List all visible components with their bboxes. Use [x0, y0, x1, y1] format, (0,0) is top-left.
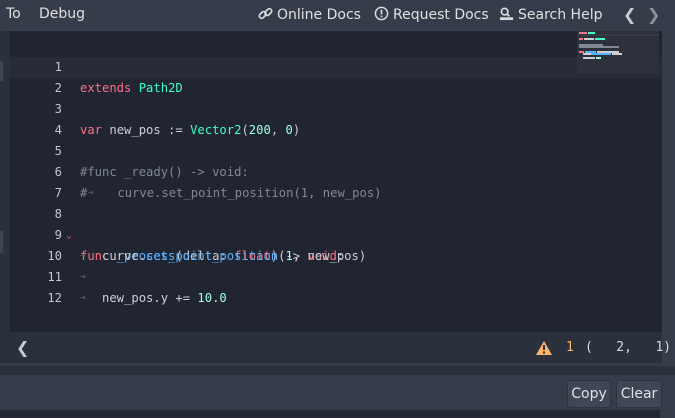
minimap-line [584, 38, 594, 40]
code-line[interactable]: 5 #func _ready() -> void: [10, 120, 662, 179]
code-line[interactable]: 1 extends Path2D [10, 36, 662, 95]
minimap-viewport [577, 34, 659, 36]
history-forward-button[interactable]: ❯ [647, 5, 660, 24]
toggle-scripts-panel-button[interactable]: ❮ [16, 338, 29, 357]
panel-edge-tab [0, 61, 3, 81]
debug-menu[interactable]: Debug [39, 6, 85, 22]
code-line[interactable]: 10 ⇥ [10, 225, 662, 282]
panel-separator[interactable] [0, 366, 675, 375]
editor-status-bar: ❮ 1 ( 2, 1) [10, 332, 671, 363]
minimap-line [583, 53, 591, 55]
code-line[interactable]: 8 ⌄ func _process(delta: float) -> void: [10, 183, 662, 263]
search-help-label: Search Help [518, 7, 603, 23]
link-icon [258, 7, 273, 20]
code-line[interactable]: 3 var new_pos := Vector2(200, 0) [10, 78, 662, 137]
warning-icon[interactable] [536, 341, 552, 355]
tab-marker: ⇥ [80, 293, 86, 303]
history-back-button[interactable]: ❮ [623, 5, 636, 24]
code-line[interactable]: 12 [10, 267, 662, 305]
clear-button[interactable]: Clear [616, 380, 662, 408]
online-docs-button[interactable]: Online Docs [258, 6, 361, 23]
warning-count[interactable]: 1 [566, 340, 574, 355]
script-editor-menubar: To Debug Online Docs Request Docs Search… [0, 0, 675, 31]
request-docs-label: Request Docs [393, 7, 489, 23]
online-docs-label: Online Docs [277, 7, 361, 23]
line-number: 12 [47, 291, 62, 305]
code-line[interactable]: 9 ⇥ curve.set_point_position(1, new_pos) [10, 204, 662, 263]
minimap-line [583, 57, 595, 59]
expression-token: new_pos.y += [80, 291, 198, 305]
minimap-line [579, 38, 583, 40]
code-line[interactable]: 7 [10, 162, 662, 200]
minimap-line [596, 57, 601, 59]
code-line[interactable]: 2 [10, 57, 662, 95]
search-help-button[interactable]: Search Help [499, 6, 602, 23]
copy-button[interactable]: Copy [567, 380, 611, 408]
minimap-line [591, 53, 611, 55]
request-docs-button[interactable]: Request Docs [374, 6, 489, 23]
code-line[interactable]: 4 [10, 99, 662, 137]
go-to-menu[interactable]: To [6, 6, 21, 22]
minimap-line [579, 46, 619, 48]
minimap-line [595, 38, 605, 40]
output-log-area[interactable] [0, 410, 660, 418]
help-icon [374, 6, 389, 21]
code-line[interactable]: 11 ⇥ new_pos.y += 10.0 [10, 246, 662, 305]
panel-edge-tab [0, 231, 3, 253]
number-token: 10.0 [197, 291, 227, 305]
code-line[interactable]: 6 # ⇥ curve.set_point_position(1, new_pos… [10, 141, 662, 200]
script-list-panel-edge [0, 31, 10, 363]
code-minimap[interactable] [577, 31, 659, 74]
doc-search-icon [499, 7, 514, 21]
code-editor[interactable]: 1 extends Path2D 2 3 var new_pos := Vect… [10, 31, 662, 332]
cursor-position: ( 2, 1) [585, 340, 672, 355]
minimap-line [612, 53, 622, 55]
